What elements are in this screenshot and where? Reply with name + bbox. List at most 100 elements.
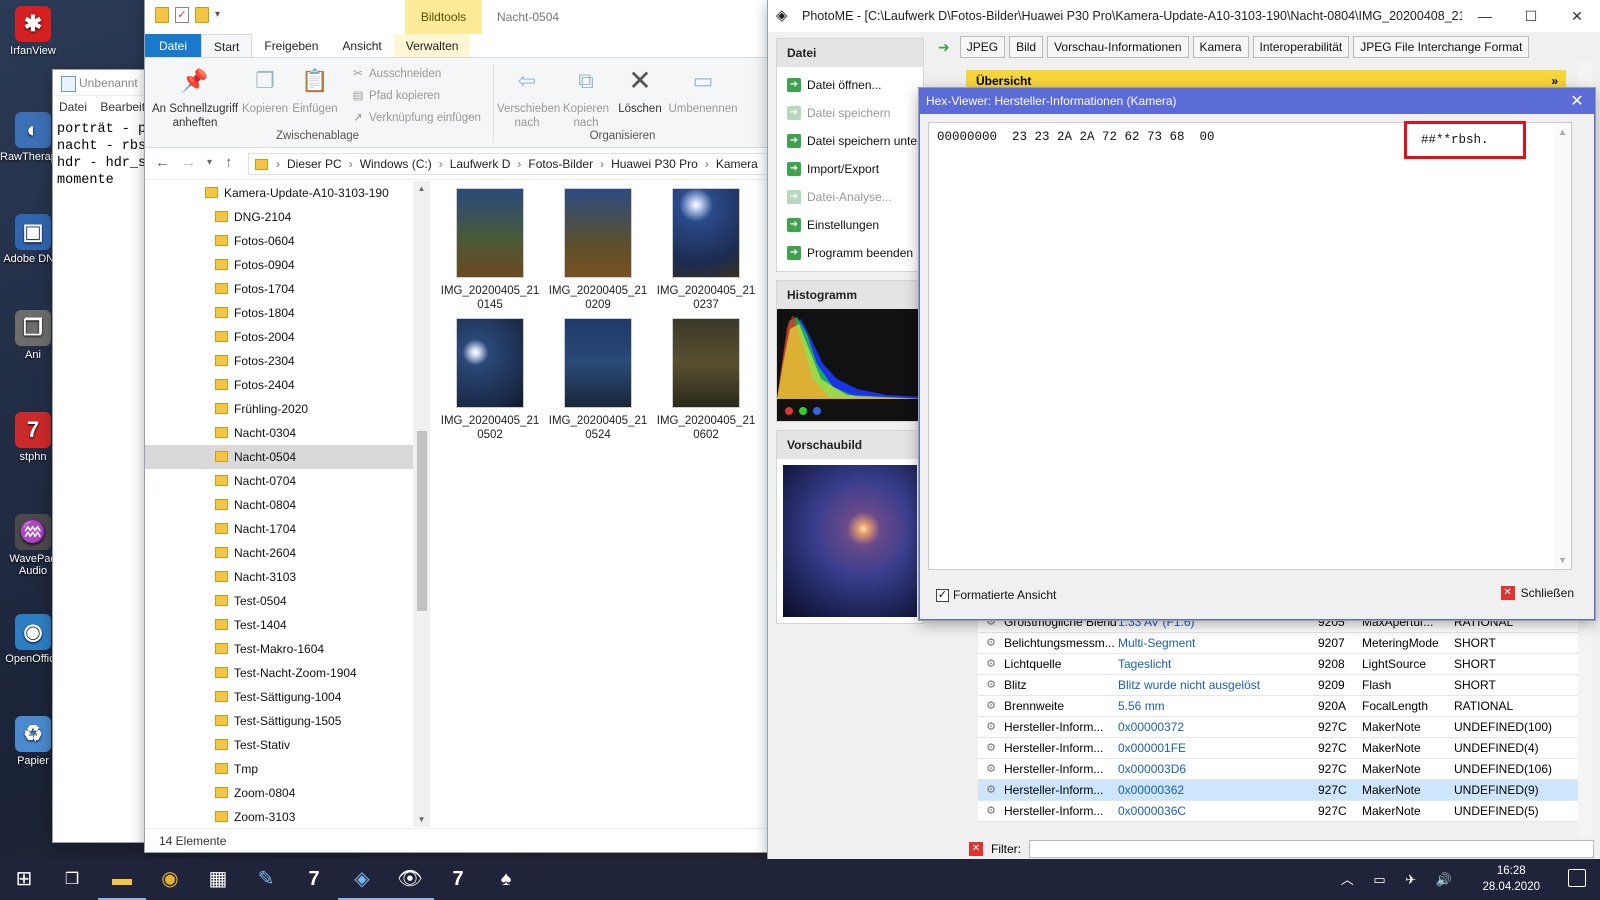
notification-icon[interactable] [1568,869,1586,887]
cut-button[interactable]: ✂ Ausschneiden [351,66,441,80]
breadcrumb-separator-icon[interactable]: › [600,157,604,171]
taskbar-photome-icon[interactable]: ◈ [338,859,386,900]
rename-button[interactable]: ▭ Umbenennen [667,64,739,116]
photome-tab[interactable]: JPEG [959,36,1006,58]
photome-tab[interactable]: Vorschau-Informationen [1047,36,1189,58]
table-row[interactable]: ⚙ Belichtungsmessm... Multi-Segment 9207 Met… [978,633,1578,654]
clear-filter-icon[interactable]: ✕ [969,841,983,856]
file-thumbnail[interactable]: IMG_20200405_21 0602 [651,318,761,442]
scroll-down-icon[interactable]: ▼ [1554,555,1571,565]
tree-item[interactable]: Test-Stativ [145,733,413,757]
taskbar-cards-icon[interactable]: ♠ [482,859,530,900]
hex-scrollbar[interactable]: ▲ ▼ [1554,123,1571,569]
breadcrumb-item[interactable]: Laufwerk D [450,157,511,171]
hex-viewer-dialog[interactable]: Hex-Viewer: Hersteller-Informationen (Ka… [919,88,1595,620]
breadcrumb-separator-icon[interactable]: › [517,157,521,171]
breadcrumb-item[interactable]: Fotos-Bilder [528,157,593,171]
up-arrow-icon[interactable]: ↑ [225,154,233,171]
recent-chevron-icon[interactable]: ▾ [207,157,212,168]
file-menu-item[interactable]: ➜ Import/Export [777,155,923,183]
desktop-icon[interactable]: ✱ IrfanView [0,6,66,57]
tree-item[interactable]: Nacht-0804 [145,493,413,517]
table-row[interactable]: ⚙ Lichtquelle Tageslicht 9208 LightSource SHO… [978,654,1578,675]
table-row[interactable]: ⚙ Brennweite 5.56 mm 920A FocalLength RATIONA… [978,696,1578,717]
table-row[interactable]: ⚙ Hersteller-Inform... 0x00000372 927C Maker… [978,717,1578,738]
notepad-text-area[interactable]: porträt - p nacht - rbs hdr - hdr_s mome… [53,118,145,192]
table-row[interactable]: ⚙ Blitz Blitz wurde nicht ausgelöst 9209 Fla… [978,675,1578,696]
table-row[interactable]: ⚙ Hersteller-Inform... 0x0000036C 927C Maker… [978,801,1578,822]
tree-item[interactable]: Nacht-2604 [145,541,413,565]
hex-content-area[interactable]: 00000000 23 23 2A 2A 72 62 73 68 00 ##**… [928,121,1572,570]
copy-to-button[interactable]: ⧉ Kopieren nach [557,64,615,130]
copy-path-button[interactable]: ▤ Pfad kopieren [351,88,440,102]
system-tray[interactable]: ︿ ▭ ✈ 🔊 [1341,859,1460,900]
breadcrumb-item[interactable]: Dieser PC [287,157,342,171]
file-thumbnail[interactable]: IMG_20200405_21 0524 [543,318,653,442]
taskbar-stphn-icon[interactable]: 7 [290,859,338,900]
table-row[interactable]: ⚙ Hersteller-Inform... 0x000003D6 927C Maker… [978,759,1578,780]
blue-channel-icon[interactable] [813,407,821,415]
file-thumbnail[interactable]: IMG_20200405_21 0209 [543,188,653,312]
notepad-window[interactable]: Unbenannt Datei Bearbeiten porträt - p n… [53,70,145,842]
tree-item[interactable]: Nacht-0504 [145,445,413,469]
properties-icon[interactable]: ✓ [175,7,189,23]
file-menu-item[interactable]: ➜ Programm beenden [777,239,923,267]
taskbar-clock[interactable]: 16:28 28.04.2020 [1482,863,1540,895]
tab-start[interactable]: Start [201,34,253,57]
close-dialog-button[interactable]: ✕ Schließen [1500,586,1574,600]
close-button[interactable]: ✕ [1554,0,1600,32]
tree-item[interactable]: Nacht-3103 [145,565,413,589]
taskbar-chrome-icon[interactable]: ◉ [146,859,194,900]
breadcrumb-item[interactable]: Windows (C:) [360,157,432,171]
breadcrumb-separator-icon[interactable]: › [349,157,353,171]
file-menu-item[interactable]: ➜ Datei speichern [777,99,923,127]
taskbar-eye-icon[interactable]: 👁 [386,859,434,900]
tree-item[interactable]: Frühling-2020 [145,397,413,421]
red-channel-icon[interactable] [785,407,793,415]
tree-item[interactable]: Test-Makro-1604 [145,637,413,661]
task-view-icon[interactable]: ❒ [48,859,96,900]
scroll-down-icon[interactable]: ▼ [413,815,430,824]
tree-scrollbar[interactable]: ▲ ▼ [413,181,430,827]
breadcrumb-separator-icon[interactable]: › [705,157,709,171]
notepad-menu-file[interactable]: Datei [59,100,87,114]
move-to-button[interactable]: ⇦ Verschieben nach [497,64,560,130]
tree-item[interactable]: Fotos-2404 [145,373,413,397]
breadcrumb-item[interactable]: Kamera [716,157,758,171]
photome-tab[interactable]: Kamera [1192,36,1249,58]
tree-item[interactable]: Fotos-2004 [145,325,413,349]
file-menu-item[interactable]: ➜ Einstellungen [777,211,923,239]
file-thumbnail[interactable]: IMG_20200405_21 0502 [435,318,545,442]
table-row[interactable]: ⚙ Hersteller-Inform... 0x00000362 927C Maker… [978,780,1578,801]
taskbar-calculator-icon[interactable]: ▦ [194,859,242,900]
tab-file[interactable]: Datei [145,34,202,57]
file-menu-item[interactable]: ➜ Datei öffnen... [777,71,923,99]
file-explorer-window[interactable]: ✓ ▾ Bildtools Nacht-0504 Datei Start Fre… [145,0,768,852]
taskbar-notepad-icon[interactable]: ✎ [242,859,290,900]
breadcrumb-separator-icon[interactable]: › [276,157,280,171]
tree-item[interactable]: Fotos-1704 [145,277,413,301]
maximize-button[interactable]: ☐ [1508,0,1554,32]
folder-icon[interactable] [155,7,169,23]
chevron-down-icon[interactable]: ▾ [215,7,220,23]
tree-item[interactable]: DNG-2104 [145,205,413,229]
taskbar-seven-icon[interactable]: 7 [434,859,482,900]
taskbar-explorer-icon[interactable]: ▬ [98,859,146,900]
notepad-menu-edit[interactable]: Bearbeiten [100,100,145,114]
new-folder-icon[interactable] [195,7,209,23]
tree-item[interactable]: Nacht-1704 [145,517,413,541]
scroll-up-icon[interactable]: ▲ [1554,123,1571,137]
copy-button[interactable]: ❐ Kopieren [241,64,289,116]
tab-manage[interactable]: Verwalten [393,34,471,57]
checkbox-checked-icon[interactable]: ✓ [936,588,949,602]
photome-tab[interactable]: Bild [1009,36,1044,58]
forward-arrow-icon[interactable]: → [181,154,196,171]
tree-item[interactable]: Nacht-0304 [145,421,413,445]
file-thumbnail[interactable]: IMG_20200405_21 0237 [651,188,761,312]
tree-item[interactable]: Test-Sättigung-1004 [145,685,413,709]
arrow-right-icon[interactable]: ➜ [938,39,950,56]
photome-tab[interactable]: Interoperabilität [1252,36,1350,58]
minimize-button[interactable]: — [1462,0,1508,32]
close-icon[interactable]: ✕ [1560,89,1594,114]
file-thumbnail[interactable]: IMG_20200405_21 0145 [435,188,545,312]
